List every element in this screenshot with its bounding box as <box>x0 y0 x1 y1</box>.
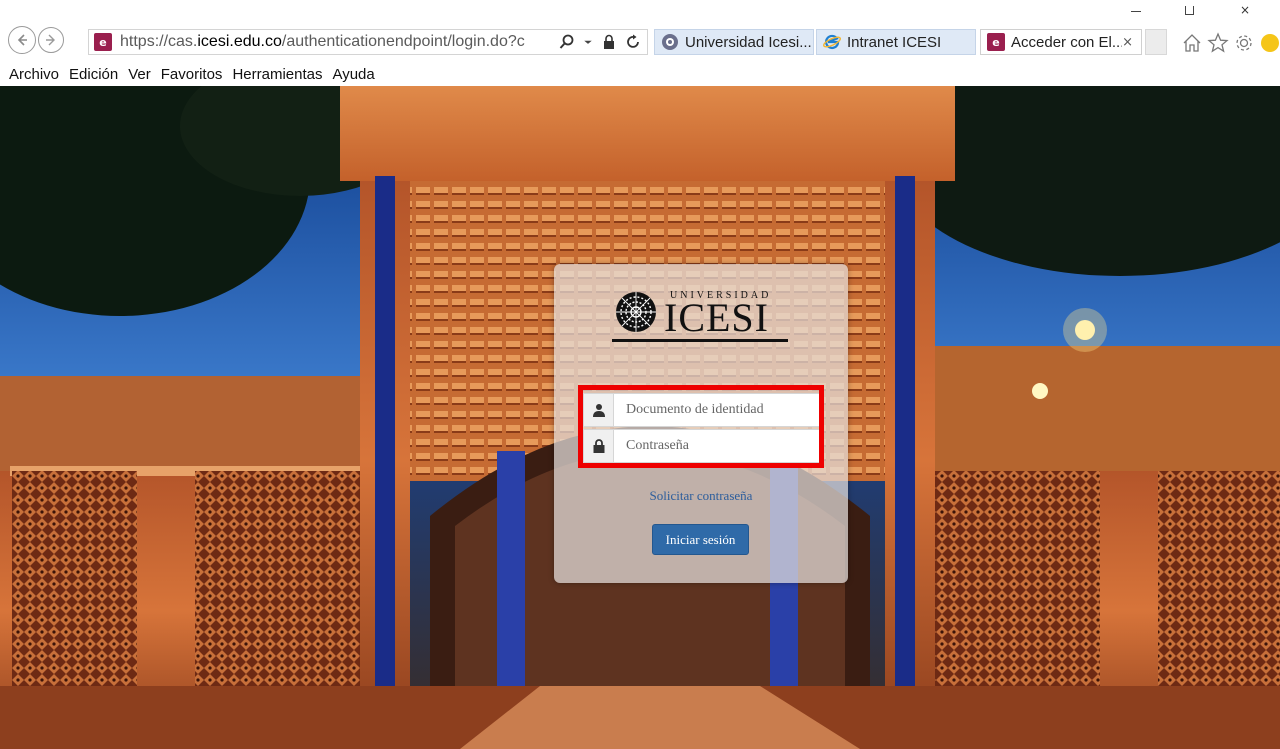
navigation-bar: e https://cas.icesi.edu.co/authenticatio… <box>0 20 1280 62</box>
ie-icon <box>823 34 841 50</box>
url-domain: icesi.edu.co <box>197 33 282 50</box>
password-field <box>583 429 821 463</box>
close-window-button[interactable]: × <box>1223 0 1267 20</box>
title-strip: × <box>0 0 1280 20</box>
dropdown-arrow-icon[interactable] <box>583 34 593 50</box>
site-e-icon: e <box>987 33 1005 51</box>
password-addon <box>584 430 614 462</box>
back-arrow-icon <box>17 34 27 46</box>
menu-ver[interactable]: Ver <box>123 66 156 83</box>
menu-favoritos[interactable]: Favoritos <box>156 66 228 83</box>
menu-archivo[interactable]: Archivo <box>4 66 64 83</box>
page-viewport: UNIVERSIDAD ICESI Solicitar contraseña I… <box>0 86 1280 749</box>
home-icon[interactable] <box>1181 32 1203 54</box>
search-icon[interactable] <box>559 34 575 50</box>
lock-icon[interactable] <box>601 34 617 50</box>
icesi-emblem-icon <box>616 292 656 332</box>
back-button[interactable] <box>8 26 36 54</box>
tab-label: Universidad Icesi... <box>685 33 812 51</box>
logo-rule <box>612 339 788 342</box>
favorites-star-icon[interactable] <box>1207 32 1229 54</box>
tab-intranet-icesi[interactable]: Intranet ICESI <box>816 29 976 55</box>
minimize-button[interactable] <box>1114 0 1158 20</box>
user-addon <box>584 394 614 426</box>
gear-globe-icon <box>662 34 678 50</box>
address-bar[interactable]: e https://cas.icesi.edu.co/authenticatio… <box>88 29 648 55</box>
username-input[interactable] <box>614 395 814 425</box>
forward-arrow-icon <box>46 34 55 46</box>
url-prefix: https://cas. <box>120 33 198 50</box>
url-text[interactable]: https://cas.icesi.edu.co/authenticatione… <box>120 33 525 51</box>
new-tab-button[interactable] <box>1145 29 1167 55</box>
smiley-feedback-icon[interactable] <box>1259 32 1280 54</box>
refresh-icon[interactable] <box>625 34 641 50</box>
login-card: UNIVERSIDAD ICESI Solicitar contraseña I… <box>554 264 848 583</box>
username-field <box>583 393 821 427</box>
menu-ayuda[interactable]: Ayuda <box>327 66 379 83</box>
settings-gear-icon[interactable] <box>1233 32 1255 54</box>
tab-universidad-icesi[interactable]: Universidad Icesi... <box>654 29 814 55</box>
maximize-icon <box>1184 5 1194 15</box>
forward-button[interactable] <box>38 27 64 53</box>
maximize-button[interactable] <box>1167 0 1211 20</box>
menu-edicion[interactable]: Edición <box>64 66 123 83</box>
menu-herramientas[interactable]: Herramientas <box>227 66 327 83</box>
request-password-link[interactable]: Solicitar contraseña <box>554 488 848 504</box>
tab-label: Acceder con El... <box>1011 33 1123 51</box>
minimize-icon <box>1131 10 1141 12</box>
tab-label: Intranet ICESI <box>847 33 942 51</box>
tab-acceder[interactable]: e Acceder con El... × <box>980 29 1142 55</box>
icesi-logo: UNIVERSIDAD ICESI <box>612 286 792 346</box>
user-icon <box>592 404 605 417</box>
tab-close-icon[interactable]: × <box>1122 35 1133 50</box>
login-button[interactable]: Iniciar sesión <box>652 524 749 555</box>
url-path: /authenticationendpoint/login.do?commonA… <box>281 33 525 50</box>
site-favicon-icon: e <box>94 33 112 51</box>
address-tools <box>559 34 641 50</box>
lock-icon <box>593 439 604 453</box>
menu-bar: Archivo Edición Ver Favoritos Herramient… <box>0 62 1280 86</box>
logo-wordmark: ICESI <box>664 295 769 340</box>
password-input[interactable] <box>614 431 814 461</box>
